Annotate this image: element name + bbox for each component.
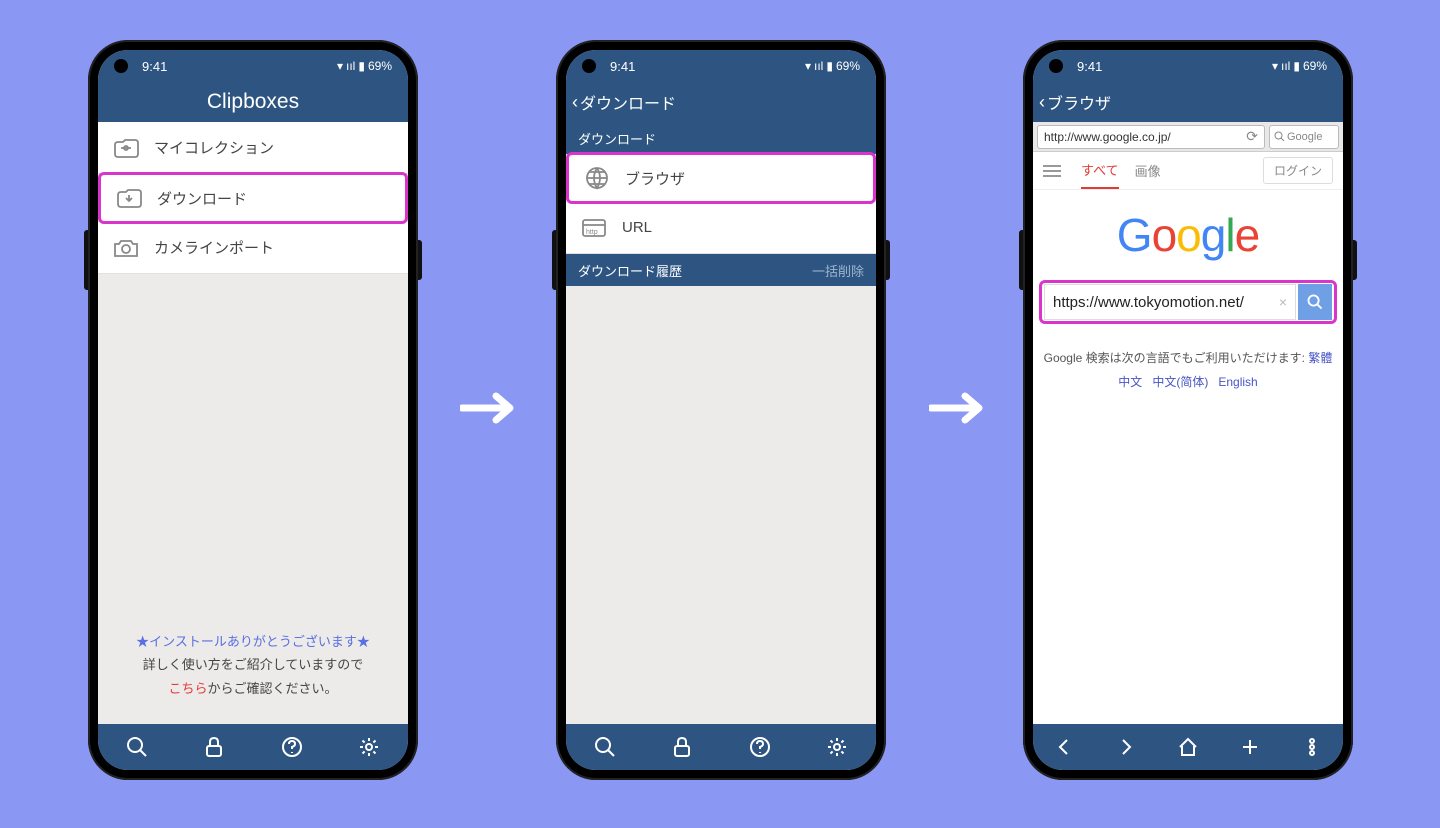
footer-link[interactable]: こちら [168, 681, 207, 696]
tab-images[interactable]: 画像 [1135, 161, 1161, 188]
status-time: 9:41 [1077, 59, 1102, 74]
camera-hole [114, 59, 128, 73]
item-label: ダウンロード [157, 188, 247, 209]
nav-forward-icon[interactable] [1114, 735, 1138, 759]
header-title: ダウンロード [580, 90, 676, 114]
settings-icon[interactable] [825, 735, 849, 759]
search-input[interactable]: https://www.tokyomotion.net/ × [1044, 284, 1296, 320]
item-camera[interactable]: カメラインポート [98, 222, 408, 274]
back-icon: ‹ [1039, 92, 1045, 113]
thanks-text: ★インストールありがとうございます★ [108, 630, 398, 653]
footer-message: ★インストールありがとうございます★ 詳しく使い方をご紹介していますので こちら… [98, 616, 408, 724]
item-label: URL [622, 219, 652, 236]
search-row: https://www.tokyomotion.net/ × [1039, 280, 1337, 324]
clear-all-button[interactable]: 一括削除 [812, 261, 864, 280]
status-battery: 69% [836, 59, 860, 73]
camera-hole [582, 59, 596, 73]
status-time: 9:41 [142, 59, 167, 74]
download-folder-icon [115, 186, 143, 210]
app-title: Clipboxes [98, 82, 408, 122]
login-button[interactable]: ログイン [1263, 157, 1333, 184]
status-battery: 69% [1303, 59, 1327, 73]
more-icon[interactable] [1300, 735, 1324, 759]
phone-3: 9:41 ▾ııl▮ 69% ‹ ブラウザ http://www.google.… [1023, 40, 1353, 780]
arrow-icon [929, 380, 989, 438]
status-right: ▾ııl▮ 69% [805, 59, 860, 73]
clear-icon[interactable]: × [1279, 294, 1287, 310]
status-bar: 9:41 ▾ııl▮ 69% [1033, 50, 1343, 82]
lock-icon[interactable] [670, 735, 694, 759]
help-icon[interactable] [280, 735, 304, 759]
status-right: ▾ııl▮ 69% [337, 59, 392, 73]
reload-icon[interactable]: ⟳ [1246, 128, 1258, 145]
search-icon[interactable] [125, 735, 149, 759]
url-bar: http://www.google.co.jp/ ⟳ Google [1033, 122, 1343, 152]
camera-icon [112, 236, 140, 260]
browser-nav [1033, 724, 1343, 770]
home-icon[interactable] [1176, 735, 1200, 759]
main-content: ダウンロード ブラウザ http URL ダウンロード履歴 一括削除 [566, 122, 876, 724]
phone-2: 9:41 ▾ııl▮ 69% ‹ ダウンロード ダウンロード ブラウザ htt [556, 40, 886, 780]
url-input[interactable]: http://www.google.co.jp/ ⟳ [1037, 125, 1265, 149]
svg-text:http: http [586, 229, 598, 236]
settings-icon[interactable] [357, 735, 381, 759]
item-label: カメラインポート [154, 237, 274, 258]
footer-line2: からご確認ください。 [208, 681, 338, 696]
lang-zh-cn[interactable]: 中文(简体) [1152, 375, 1208, 389]
header-title: ブラウザ [1047, 90, 1111, 114]
status-battery: 69% [368, 59, 392, 73]
section-history: ダウンロード履歴 一括削除 [566, 254, 876, 286]
bottom-nav [566, 724, 876, 770]
status-bar: 9:41 ▾ııl▮ 69% [566, 50, 876, 82]
tab-all[interactable]: すべて [1081, 160, 1119, 189]
language-message: Google 検索は次の言語でもご利用いただけます: 繁體中文 中文(简体) E… [1033, 346, 1343, 394]
camera-hole [1049, 59, 1063, 73]
google-logo: Google [1033, 208, 1343, 262]
status-time: 9:41 [610, 59, 635, 74]
item-url[interactable]: http URL [566, 202, 876, 254]
item-browser[interactable]: ブラウザ [566, 152, 876, 204]
search-value: https://www.tokyomotion.net/ [1053, 294, 1244, 311]
mini-search[interactable]: Google [1269, 125, 1339, 149]
mini-search-placeholder: Google [1287, 131, 1322, 143]
folder-icon [112, 136, 140, 160]
header-back[interactable]: ‹ ダウンロード [566, 82, 876, 122]
globe-icon [583, 166, 611, 190]
lang-prefix: Google 検索は次の言語でもご利用いただけます: [1044, 351, 1305, 365]
footer-line1: 詳しく使い方をご紹介していますので [143, 657, 364, 672]
http-icon: http [580, 216, 608, 240]
search-button[interactable] [1298, 284, 1332, 320]
nav-back-icon[interactable] [1052, 735, 1076, 759]
help-icon[interactable] [748, 735, 772, 759]
add-icon[interactable] [1238, 735, 1262, 759]
status-right: ▾ııl▮ 69% [1272, 59, 1327, 73]
arrow-icon [460, 380, 520, 438]
search-icon[interactable] [593, 735, 617, 759]
url-text: http://www.google.co.jp/ [1044, 130, 1171, 144]
item-label: マイコレクション [154, 137, 274, 158]
main-content: マイコレクション ダウンロード カメラインポート ★インストールありがとうござい… [98, 122, 408, 724]
status-bar: 9:41 ▾ııl▮ 69% [98, 50, 408, 82]
item-download[interactable]: ダウンロード [98, 172, 408, 224]
browser-body: Google https://www.tokyomotion.net/ × Go… [1033, 190, 1343, 724]
lock-icon[interactable] [202, 735, 226, 759]
lang-en[interactable]: English [1218, 375, 1257, 389]
header-back[interactable]: ‹ ブラウザ [1033, 82, 1343, 122]
google-tabs: すべて 画像 ログイン [1033, 152, 1343, 190]
item-label: ブラウザ [625, 168, 685, 189]
back-icon: ‹ [572, 92, 578, 113]
menu-icon[interactable] [1043, 165, 1061, 177]
phone-1: 9:41 ▾ııl▮ 69% Clipboxes マイコレクション ダウンロード [88, 40, 418, 780]
section-download: ダウンロード [566, 122, 876, 154]
item-collection[interactable]: マイコレクション [98, 122, 408, 174]
bottom-nav [98, 724, 408, 770]
